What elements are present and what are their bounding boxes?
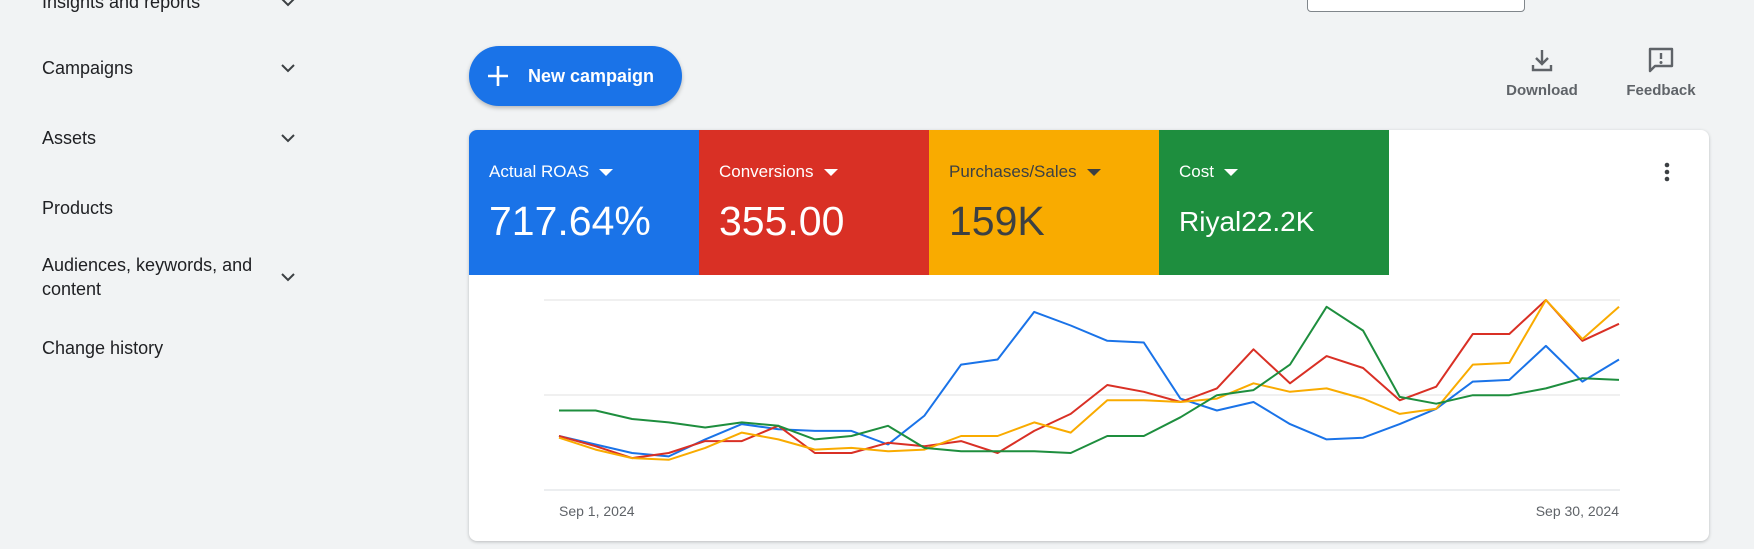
x-tick-start: Sep 1, 2024 bbox=[559, 503, 635, 519]
sidebar-item-change-history[interactable]: Change history bbox=[42, 336, 304, 360]
plus-icon bbox=[488, 66, 508, 86]
x-tick-end: Sep 30, 2024 bbox=[1536, 503, 1620, 519]
chevron-down-icon bbox=[281, 64, 295, 73]
series-line-2 bbox=[558, 299, 1620, 461]
sidebar-item-label: Products bbox=[42, 198, 114, 218]
feedback-icon bbox=[1648, 47, 1674, 73]
line-chart: Sep 1, 2024 Sep 30, 2024 bbox=[544, 299, 1620, 519]
sidebar-nav: Insights and reports Campaigns Assets Pr… bbox=[0, 0, 320, 549]
performance-card: Actual ROAS 717.64% Conversions 355.00 P… bbox=[469, 130, 1709, 541]
download-icon bbox=[1531, 50, 1553, 72]
feedback-button[interactable]: Feedback bbox=[1606, 46, 1716, 99]
sidebar-item-campaigns[interactable]: Campaigns bbox=[42, 56, 304, 80]
new-campaign-label: New campaign bbox=[528, 65, 655, 86]
download-button[interactable]: Download bbox=[1487, 46, 1597, 99]
sidebar-item-audiences-keywords-content[interactable]: Audiences, keywords, and content bbox=[42, 253, 304, 301]
sidebar-item-label: Audiences, keywords, and content bbox=[42, 255, 253, 299]
sidebar-item-label: Insights and reports bbox=[42, 0, 201, 12]
chevron-down-icon bbox=[281, 134, 295, 143]
feedback-label: Feedback bbox=[1626, 82, 1696, 99]
chevron-down-icon bbox=[281, 273, 295, 282]
new-campaign-button[interactable]: New campaign bbox=[469, 46, 682, 106]
sidebar-item-assets[interactable]: Assets bbox=[42, 126, 304, 150]
sidebar-item-label: Change history bbox=[42, 338, 164, 358]
series-line-0 bbox=[558, 310, 1620, 458]
sidebar-item-label: Assets bbox=[42, 128, 97, 148]
chevron-down-icon bbox=[281, 0, 295, 7]
top-input-field[interactable] bbox=[1307, 0, 1525, 12]
sidebar-item-label: Campaigns bbox=[42, 58, 134, 78]
download-label: Download bbox=[1506, 82, 1578, 99]
sidebar-item-products[interactable]: Products bbox=[42, 196, 304, 220]
sidebar-item-insights-and-reports[interactable]: Insights and reports bbox=[42, 0, 304, 14]
